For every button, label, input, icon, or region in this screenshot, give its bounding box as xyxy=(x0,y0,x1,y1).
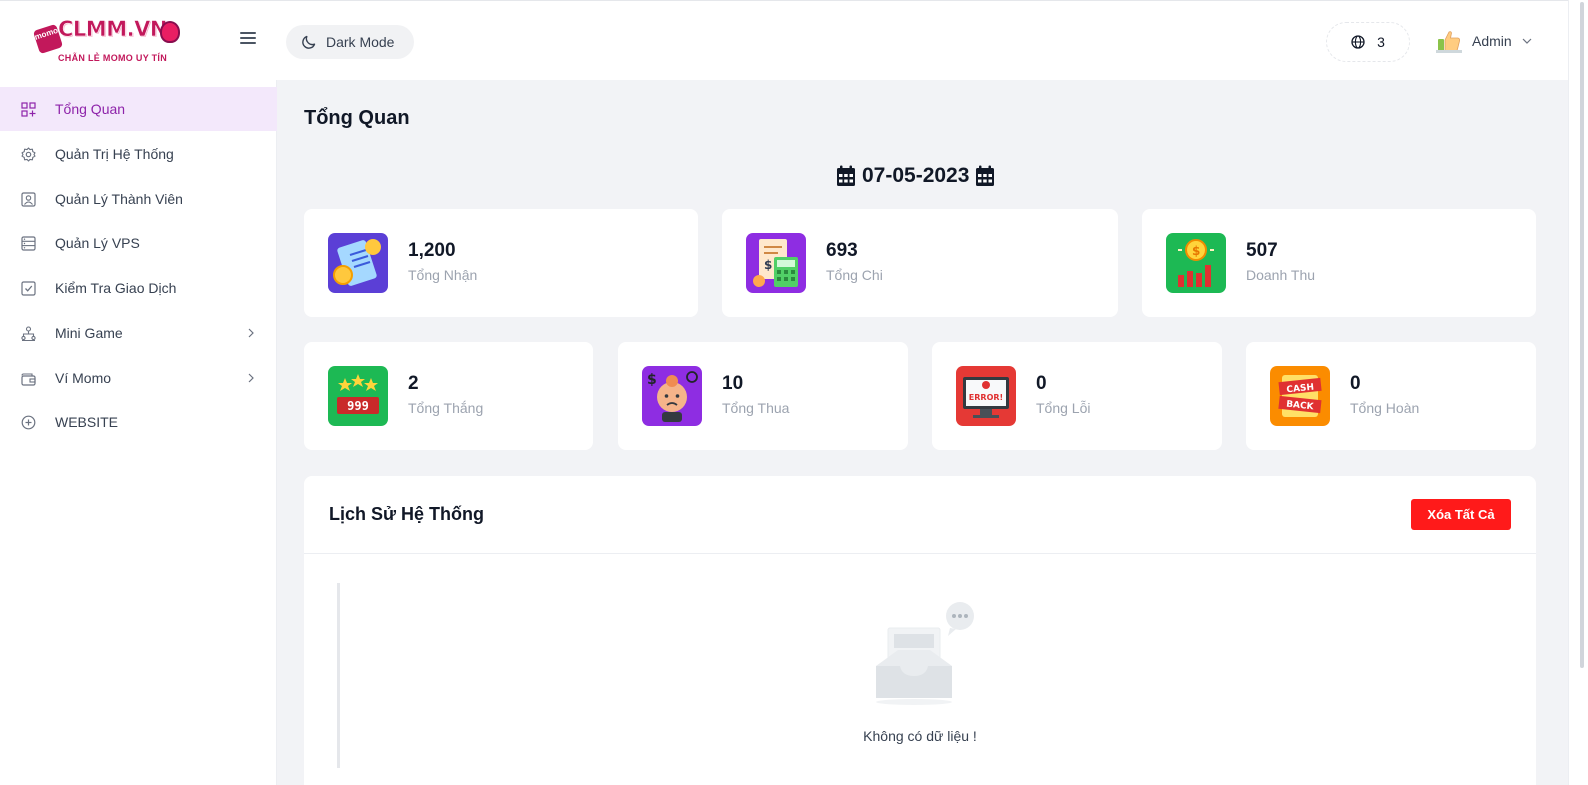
sidebar: Tổng Quan Quản Trị Hệ Thống Quản Lý Thàn… xyxy=(0,80,277,785)
stat-label: Tổng Thua xyxy=(722,400,790,416)
svg-text:$: $ xyxy=(647,372,657,388)
thumbs-up-avatar-icon xyxy=(1436,31,1462,53)
moon-icon xyxy=(302,35,316,49)
sidebar-item-mini-game[interactable]: Mini Game xyxy=(0,311,277,355)
gear-icon xyxy=(21,146,36,162)
clear-all-button[interactable]: Xóa Tất Cả xyxy=(1411,499,1511,530)
sidebar-item-label: Quản Lý Thành Viên xyxy=(55,191,183,207)
page-title: Tổng Quan xyxy=(304,107,410,129)
logo-text: CLMM.VN xyxy=(58,17,168,42)
sidebar-item-label: Mini Game xyxy=(55,325,123,341)
error-word: ERROR! xyxy=(969,393,1003,402)
jackpot-999-icon: 999 xyxy=(328,366,388,426)
history-header: Lịch Sử Hệ Thống Xóa Tất Cả xyxy=(304,476,1536,554)
stat-value: 10 xyxy=(722,373,744,394)
sidebar-item-tong-quan[interactable]: Tổng Quan xyxy=(0,87,277,131)
user-card-icon xyxy=(21,191,36,207)
error-monitor-icon: ERROR! xyxy=(956,366,1016,426)
sad-face-icon: $ xyxy=(642,366,702,426)
stat-card-tong-chi: $ 693 Tổng Chi xyxy=(722,209,1118,317)
stat-label: Tổng Hoàn xyxy=(1350,400,1420,416)
stat-label: Tổng Thắng xyxy=(408,400,484,416)
system-history-panel: Lịch Sử Hệ Thống Xóa Tất Cả Không có dữ … xyxy=(304,476,1536,785)
date-display: 07-05-2023 xyxy=(836,164,995,188)
globe-counter-button[interactable]: 3 xyxy=(1326,22,1410,62)
sidebar-item-label: Quản Trị Hệ Thống xyxy=(55,146,174,162)
counter-value: 3 xyxy=(1377,34,1385,50)
menu-toggle-icon[interactable] xyxy=(240,32,256,50)
checkbox-icon xyxy=(21,280,36,296)
stat-label: Tổng Lỗi xyxy=(1036,400,1091,416)
sidebar-item-label: Ví Momo xyxy=(55,370,112,386)
calendar-icon xyxy=(976,165,995,186)
history-title: Lịch Sử Hệ Thống xyxy=(329,504,485,524)
stat-value: 693 xyxy=(826,240,858,261)
bill-calculator-icon: $ xyxy=(746,233,806,293)
jackpot-digits: 999 xyxy=(347,399,369,413)
svg-text:$: $ xyxy=(764,258,772,272)
cashback-icon: CASH BACK xyxy=(1270,366,1330,426)
stat-card-tong-hoan: CASH BACK 0 Tổng Hoàn xyxy=(1246,342,1536,450)
stat-label: Tổng Nhận xyxy=(408,267,478,283)
stat-value: 0 xyxy=(1350,373,1361,394)
scrollbar-thumb[interactable] xyxy=(1580,2,1584,668)
sidebar-item-vi-momo[interactable]: Ví Momo xyxy=(0,356,277,400)
sidebar-item-label: Tổng Quan xyxy=(55,101,126,117)
wallet-icon xyxy=(21,372,36,386)
globe-icon xyxy=(1351,35,1365,49)
stat-card-tong-thua: $ 10 Tổng Thua xyxy=(618,342,908,450)
sidebar-item-label: WEBSITE xyxy=(55,414,119,430)
sidebar-item-quan-tri-he-thong[interactable]: Quản Trị Hệ Thống xyxy=(0,132,277,176)
stat-value: 1,200 xyxy=(408,240,456,261)
stat-card-tong-nhan: 1,200 Tổng Nhận xyxy=(304,209,698,317)
server-icon xyxy=(21,235,36,251)
sidebar-item-website[interactable]: WEBSITE xyxy=(0,400,277,444)
sidebar-item-label: Quản Lý VPS xyxy=(55,235,140,251)
circle-plus-icon xyxy=(21,415,36,429)
stat-value: 507 xyxy=(1246,240,1278,261)
logo-tagline: CHẴN LẺ MOMO UY TÍN xyxy=(58,53,168,63)
revenue-chart-icon: $ xyxy=(1166,233,1226,293)
stat-card-doanh-thu: $ 507 Doanh Thu xyxy=(1142,209,1536,317)
svg-text:$: $ xyxy=(1192,244,1200,258)
sidebar-item-quan-ly-vps[interactable]: Quản Lý VPS xyxy=(0,221,277,265)
page-scrollbar[interactable] xyxy=(1568,0,1588,785)
sidebar-item-label: Kiểm Tra Giao Dịch xyxy=(55,280,177,296)
receipt-coin-icon xyxy=(328,233,388,293)
sidebar-item-quan-ly-thanh-vien[interactable]: Quản Lý Thành Viên xyxy=(0,177,277,221)
calendar-icon xyxy=(837,165,855,186)
user-menu[interactable]: Admin xyxy=(1436,29,1532,53)
user-name: Admin xyxy=(1472,33,1512,49)
dark-mode-label: Dark Mode xyxy=(326,34,395,50)
stat-value: 0 xyxy=(1036,373,1047,394)
dashboard-icon xyxy=(21,101,36,117)
stat-label: Tổng Chi xyxy=(826,267,883,283)
stat-card-tong-loi: ERROR! 0 Tổng Lỗi xyxy=(932,342,1222,450)
chevron-right-icon xyxy=(248,328,254,338)
site-logo[interactable]: momo CLMM.VN CHẴN LẺ MOMO UY TÍN xyxy=(32,15,186,69)
stat-card-tong-thang: 999 2 Tổng Thắng xyxy=(304,342,593,450)
empty-inbox-icon xyxy=(876,602,974,705)
stat-value: 2 xyxy=(408,373,419,394)
dark-mode-toggle[interactable]: Dark Mode xyxy=(286,25,414,59)
chevron-right-icon xyxy=(248,373,254,383)
network-icon xyxy=(21,325,36,341)
chevron-down-icon xyxy=(1522,38,1532,44)
date-value: 07-05-2023 xyxy=(862,164,970,187)
empty-state-text: Không có dữ liệu ! xyxy=(863,728,977,744)
mascot-icon xyxy=(160,21,180,43)
stat-label: Doanh Thu xyxy=(1246,267,1316,283)
top-bar: momo CLMM.VN CHẴN LẺ MOMO UY TÍN Dark Mo… xyxy=(0,0,1568,80)
sidebar-item-kiem-tra-giao-dich[interactable]: Kiểm Tra Giao Dịch xyxy=(0,266,277,310)
